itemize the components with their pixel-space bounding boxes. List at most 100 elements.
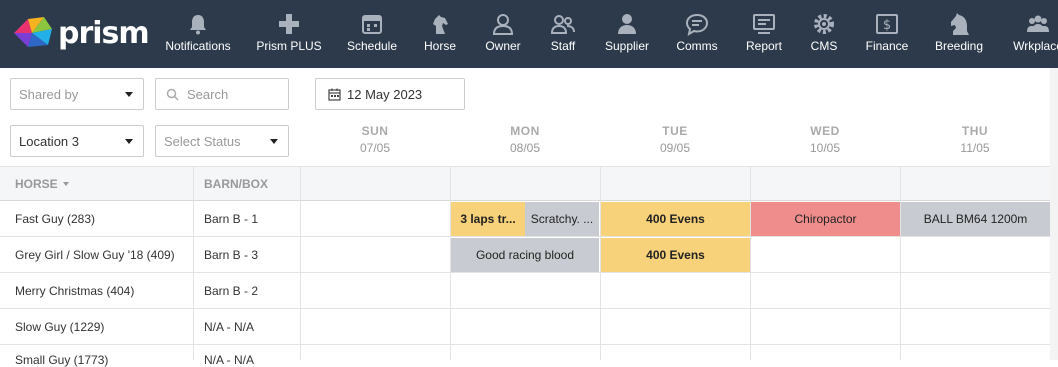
event-label: Scratchy. ... bbox=[530, 212, 594, 226]
grid-line bbox=[193, 166, 194, 360]
search-input[interactable]: Search bbox=[155, 78, 289, 110]
nav-horse[interactable]: Horse bbox=[420, 0, 460, 68]
barn-box: N/A - N/A bbox=[204, 320, 255, 334]
nav-staff[interactable]: Staff bbox=[546, 0, 580, 68]
top-navigation-bar: prism Notifications Prism PLUS Schedule … bbox=[0, 0, 1058, 68]
nav-prism-plus[interactable]: Prism PLUS bbox=[256, 0, 322, 68]
person-badge-icon bbox=[618, 14, 636, 34]
chevron-down-icon bbox=[125, 92, 133, 97]
grid-line bbox=[300, 166, 301, 360]
nav-label: Horse bbox=[423, 39, 456, 53]
nav-label: Comms bbox=[676, 39, 718, 53]
schedule-event[interactable]: BALL BM64 1200m bbox=[901, 202, 1050, 236]
horse-name[interactable]: Fast Guy (283) bbox=[15, 212, 95, 226]
day-date: 07/05 bbox=[359, 141, 391, 155]
status-select[interactable]: Select Status bbox=[155, 125, 289, 157]
dollar-icon: $ bbox=[876, 14, 898, 34]
nav-finance[interactable]: $ Finance bbox=[864, 0, 910, 68]
day-date: 11/05 bbox=[960, 141, 990, 155]
horse-name[interactable]: Merry Christmas (404) bbox=[15, 284, 134, 298]
event-label: BALL BM64 1200m bbox=[923, 212, 1028, 226]
event-label: 400 Evens bbox=[646, 248, 705, 262]
schedule-event[interactable]: Good racing blood bbox=[451, 238, 599, 272]
day-date: 10/05 bbox=[809, 141, 841, 155]
search-placeholder: Search bbox=[187, 86, 229, 102]
chevron-down-icon bbox=[270, 139, 278, 144]
sort-caret-icon bbox=[63, 182, 70, 186]
calendar-icon bbox=[328, 88, 341, 101]
day-name: WED bbox=[810, 124, 840, 138]
horse-name[interactable]: Slow Guy (1229) bbox=[15, 320, 104, 334]
nav-label: Supplier bbox=[604, 39, 650, 53]
day-header-wed: WED 10/05 bbox=[750, 124, 900, 155]
chat-icon bbox=[685, 13, 709, 36]
nav-label: Owner bbox=[485, 39, 521, 53]
event-label: 3 laps tr... bbox=[460, 212, 516, 226]
status-placeholder: Select Status bbox=[164, 133, 241, 149]
nav-label: Finance bbox=[865, 39, 909, 53]
horse-name[interactable]: Grey Girl / Slow Guy '18 (409) bbox=[15, 248, 175, 262]
nav-wrkplace[interactable]: Wrkplace bbox=[1010, 0, 1058, 68]
horse-head-icon bbox=[433, 15, 448, 34]
schedule-event[interactable]: 400 Evens bbox=[601, 238, 750, 272]
person-icon bbox=[492, 14, 514, 35]
date-value: 12 May 2023 bbox=[347, 86, 423, 102]
nav-notifications[interactable]: Notifications bbox=[164, 0, 232, 68]
nav-label: Notifications bbox=[165, 39, 231, 53]
event-label: Chiropactor bbox=[794, 212, 857, 226]
grid-line bbox=[900, 166, 901, 360]
brand-name: prism bbox=[58, 15, 150, 51]
barn-box: Barn B - 2 bbox=[204, 284, 259, 298]
nav-label: Wrkplace bbox=[1013, 39, 1058, 53]
day-header-thu: THU 11/05 bbox=[900, 124, 1050, 155]
nav-schedule[interactable]: Schedule bbox=[346, 0, 398, 68]
shared-by-select[interactable]: Shared by bbox=[10, 78, 144, 110]
nav-label: Report bbox=[745, 39, 783, 53]
day-header-sun: SUN 07/05 bbox=[300, 124, 450, 155]
schedule-event[interactable]: 400 Evens bbox=[601, 202, 750, 236]
search-icon bbox=[166, 88, 179, 101]
calendar-icon bbox=[362, 15, 382, 34]
shared-by-placeholder: Shared by bbox=[19, 86, 79, 102]
vertical-scrollbar[interactable] bbox=[1050, 68, 1058, 360]
column-header-label: HORSE bbox=[15, 177, 58, 191]
chevron-down-icon bbox=[125, 139, 133, 144]
nav-label: Prism PLUS bbox=[256, 39, 322, 53]
nav-cms[interactable]: CMS bbox=[808, 0, 840, 68]
nav-label: CMS bbox=[810, 39, 838, 53]
prism-logo-icon bbox=[14, 17, 52, 47]
barn-box: Barn B - 1 bbox=[204, 212, 259, 226]
nav-report[interactable]: Report bbox=[744, 0, 784, 68]
group-icon bbox=[1027, 15, 1049, 32]
day-date: 08/05 bbox=[509, 141, 541, 155]
event-label: 400 Evens bbox=[646, 212, 705, 226]
horse-column-header[interactable]: HORSE bbox=[15, 177, 70, 191]
horse-name[interactable]: Small Guy (1773) bbox=[15, 353, 108, 367]
prism-logo[interactable]: prism bbox=[14, 14, 150, 52]
schedule-event[interactable]: Chiropactor bbox=[751, 202, 900, 236]
report-icon bbox=[753, 14, 775, 34]
barn-column-header: BARN/BOX bbox=[204, 177, 269, 191]
bell-icon bbox=[190, 15, 206, 35]
day-name: SUN bbox=[361, 124, 389, 138]
date-picker[interactable]: 12 May 2023 bbox=[315, 78, 465, 110]
barn-box: N/A - N/A bbox=[204, 353, 255, 367]
day-date: 09/05 bbox=[659, 141, 691, 155]
event-label: Good racing blood bbox=[475, 248, 575, 262]
plus-icon bbox=[279, 14, 299, 34]
schedule-event[interactable]: 3 laps tr... bbox=[451, 202, 525, 236]
grid-line bbox=[750, 166, 751, 360]
day-name: TUE bbox=[662, 124, 688, 138]
nav-breeding[interactable]: Breeding bbox=[934, 0, 984, 68]
schedule-event[interactable]: Scratchy. ... bbox=[525, 202, 599, 236]
day-name: THU bbox=[961, 124, 989, 138]
location-select[interactable]: Location 3 bbox=[10, 125, 144, 157]
svg-text:$: $ bbox=[883, 18, 891, 33]
nav-supplier[interactable]: Supplier bbox=[602, 0, 652, 68]
nav-owner[interactable]: Owner bbox=[482, 0, 524, 68]
nav-comms[interactable]: Comms bbox=[674, 0, 720, 68]
day-name: MON bbox=[510, 124, 540, 138]
day-header-mon: MON 08/05 bbox=[450, 124, 600, 155]
nav-label: Staff bbox=[550, 39, 576, 53]
day-header-tue: TUE 09/05 bbox=[600, 124, 750, 155]
